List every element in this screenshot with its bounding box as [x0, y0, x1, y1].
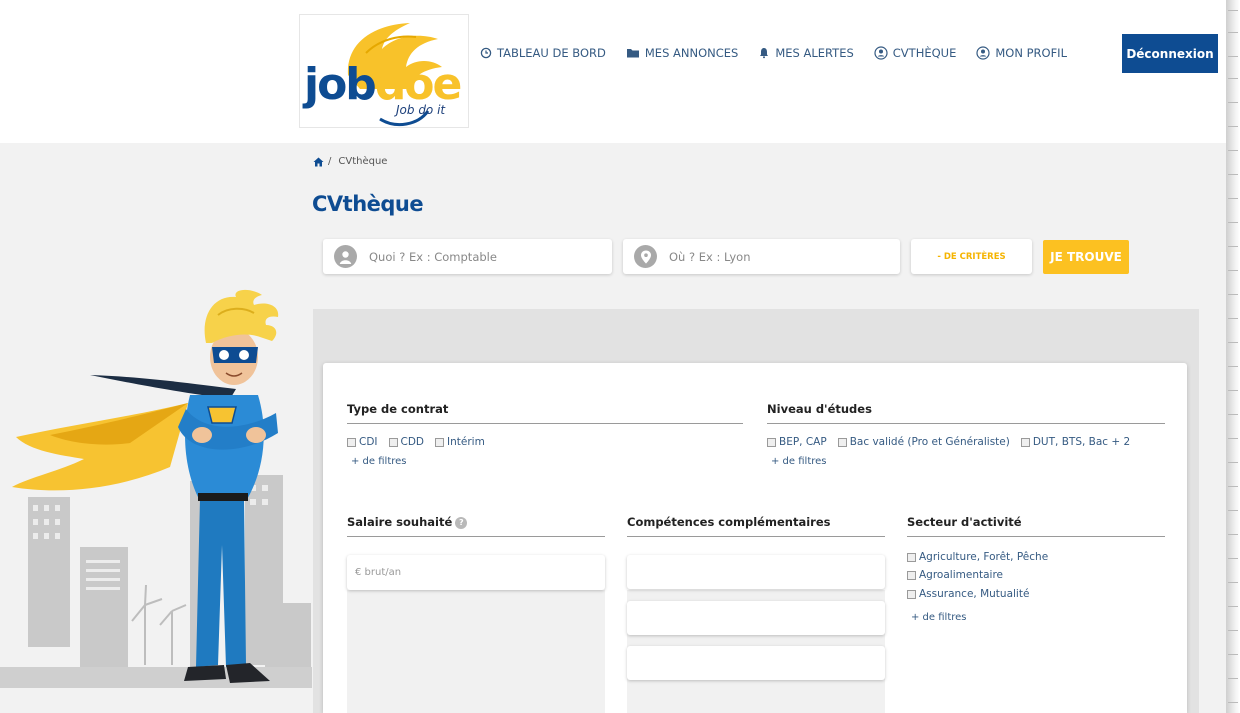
logout-button[interactable]: Déconnexion — [1122, 34, 1218, 73]
skill-field-1[interactable] — [635, 566, 885, 578]
checkbox[interactable] — [907, 589, 916, 599]
salary-input[interactable] — [355, 567, 605, 578]
skill-field-2[interactable] — [635, 612, 885, 624]
checkbox[interactable] — [837, 437, 847, 447]
nav-my-profile-label: MON PROFIL — [995, 46, 1067, 60]
checkbox[interactable] — [1020, 437, 1030, 447]
education-option-bac[interactable]: Bac validé (Pro et Généraliste) — [837, 436, 1010, 448]
education-more-filters-link[interactable]: + de filtres — [771, 456, 827, 467]
contract-type-title: Type de contrat — [347, 402, 743, 424]
salary-field[interactable] — [347, 555, 605, 590]
sector-more-filters-link[interactable]: + de filtres — [911, 612, 967, 623]
contract-option-cdd[interactable]: CDD — [388, 436, 425, 448]
option-label: CDD — [400, 436, 425, 448]
location-pin-icon — [634, 245, 657, 268]
option-label: Assurance, Mutualité — [919, 588, 1030, 600]
clock-icon — [480, 47, 492, 59]
salary-title: Salaire souhaité? — [347, 515, 605, 537]
contract-option-interim[interactable]: Intérim — [435, 436, 485, 448]
where-search-input[interactable] — [669, 249, 889, 264]
header: jobdoe Job do it TABLEAU DE BORD MES ANN… — [0, 0, 1226, 143]
nav-cv-library-label: CVTHÈQUE — [892, 46, 957, 60]
nav-my-alerts[interactable]: MES ALERTES — [758, 46, 854, 60]
checkbox[interactable] — [907, 552, 916, 562]
option-label: Agroalimentaire — [919, 569, 1003, 581]
fewer-criteria-button[interactable]: - DE CRITÈRES — [911, 239, 1032, 274]
education-level-options: BEP, CAP Bac validé (Pro et Généraliste)… — [767, 436, 1141, 448]
checkbox[interactable] — [435, 437, 445, 447]
nav-my-ads-label: MES ANNONCES — [644, 46, 739, 60]
superhero-mascot-illustration — [0, 289, 312, 688]
checkbox[interactable] — [767, 437, 776, 447]
option-label: Agriculture, Forêt, Pêche — [919, 551, 1049, 563]
search-submit-button[interactable]: JE TROUVE — [1043, 240, 1129, 274]
window-edge — [1226, 0, 1240, 713]
sector-option-insurance[interactable]: Assurance, Mutualité — [907, 588, 1040, 600]
nav-my-ads[interactable]: MES ANNONCES — [626, 46, 738, 60]
what-search-field[interactable] — [323, 239, 612, 274]
logo[interactable]: jobdoe Job do it — [299, 14, 469, 128]
home-icon[interactable] — [313, 157, 324, 167]
option-label: CDI — [359, 436, 378, 448]
contract-type-options: CDI CDD Intérim — [347, 436, 496, 448]
sector-option-agriculture[interactable]: Agriculture, Forêt, Pêche — [907, 551, 1059, 563]
sector-option-agrifood[interactable]: Agroalimentaire — [907, 569, 1014, 581]
help-icon[interactable]: ? — [455, 516, 468, 529]
folder-icon — [626, 49, 639, 58]
user-search-icon — [874, 46, 888, 60]
option-label: DUT, BTS, Bac + 2 — [1032, 436, 1131, 448]
main-nav: TABLEAU DE BORD MES ANNONCES MES ALERTES… — [480, 46, 1067, 60]
nav-cv-library[interactable]: CVTHÈQUE — [874, 46, 957, 60]
checkbox[interactable] — [907, 570, 916, 580]
skill-input-2[interactable] — [627, 601, 885, 635]
breadcrumb-separator: / — [328, 156, 332, 167]
salary-title-text: Salaire souhaité — [347, 515, 453, 529]
logo-tagline: Job do it — [396, 103, 446, 117]
skill-input-3[interactable] — [627, 646, 885, 680]
education-level-title: Niveau d'études — [767, 402, 1165, 424]
nav-dashboard-label: TABLEAU DE BORD — [497, 46, 606, 60]
breadcrumb: / CVthèque — [313, 156, 387, 167]
education-option-bac2[interactable]: DUT, BTS, Bac + 2 — [1020, 436, 1131, 448]
salary-column-bg — [347, 590, 605, 713]
sector-title: Secteur d'activité — [907, 515, 1165, 537]
skill-input-1[interactable] — [627, 555, 885, 589]
what-search-input[interactable] — [369, 249, 589, 264]
nav-my-alerts-label: MES ALERTES — [775, 46, 854, 60]
where-search-field[interactable] — [623, 239, 900, 274]
bell-icon — [760, 48, 769, 59]
profile-icon — [976, 46, 990, 60]
nav-dashboard[interactable]: TABLEAU DE BORD — [480, 46, 606, 60]
nav-my-profile[interactable]: MON PROFIL — [976, 46, 1067, 60]
option-label: Intérim — [447, 436, 485, 448]
person-icon — [334, 245, 357, 268]
option-label: BEP, CAP — [779, 436, 827, 448]
skills-title: Compétences complémentaires — [627, 515, 885, 537]
skill-field-3[interactable] — [635, 657, 885, 669]
contract-option-cdi[interactable]: CDI — [347, 436, 378, 448]
education-option-bep-cap[interactable]: BEP, CAP — [767, 436, 827, 448]
checkbox[interactable] — [388, 437, 398, 447]
checkbox[interactable] — [347, 437, 356, 447]
option-label: Bac validé (Pro et Généraliste) — [849, 436, 1010, 448]
breadcrumb-current: CVthèque — [338, 156, 388, 167]
contract-more-filters-link[interactable]: + de filtres — [351, 456, 407, 467]
page-title: CVthèque — [312, 192, 424, 216]
